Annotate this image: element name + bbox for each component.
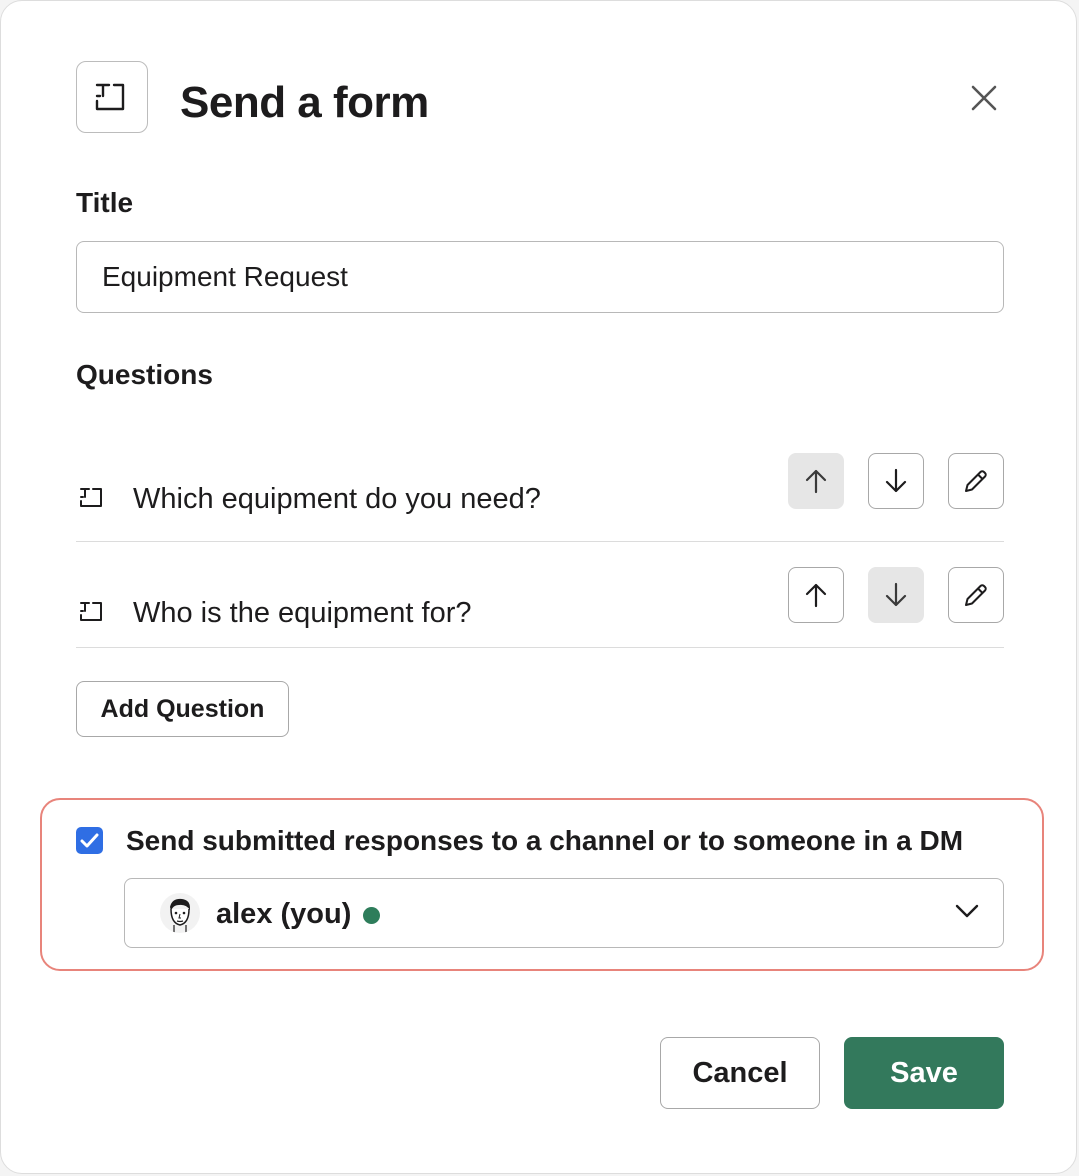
- question-row: Which equipment do you need?: [76, 445, 1004, 551]
- arrow-up-icon: [805, 583, 827, 608]
- divider: [76, 647, 1004, 648]
- send-form-modal: Send a form Title Questions Which equipm…: [0, 0, 1077, 1174]
- question-text: Who is the equipment for?: [133, 597, 472, 629]
- cancel-button[interactable]: Cancel: [660, 1037, 820, 1109]
- responses-checkbox-label: Send submitted responses to a channel or…: [126, 825, 964, 856]
- move-down-button[interactable]: [868, 453, 924, 509]
- close-button[interactable]: [959, 73, 1009, 123]
- arrow-down-icon: [885, 468, 907, 493]
- arrow-up-icon: [805, 469, 827, 494]
- text-field-icon: [79, 601, 105, 628]
- responses-checkbox[interactable]: [76, 827, 103, 854]
- avatar: [160, 893, 200, 933]
- presence-active-icon: [363, 907, 380, 924]
- divider: [76, 541, 1004, 542]
- move-down-button: [868, 567, 924, 623]
- title-label: Title: [76, 187, 134, 218]
- checkmark-icon: [80, 833, 99, 848]
- text-field-icon: [76, 61, 148, 133]
- text-field-icon: [79, 487, 105, 514]
- recipient-select[interactable]: alex (you): [124, 878, 1004, 948]
- arrow-down-icon: [885, 582, 907, 607]
- save-button[interactable]: Save: [844, 1037, 1004, 1109]
- pencil-icon: [965, 470, 987, 492]
- close-icon: [971, 85, 997, 111]
- question-text: Which equipment do you need?: [133, 483, 541, 515]
- edit-question-button[interactable]: [948, 453, 1004, 509]
- questions-label: Questions: [76, 359, 213, 390]
- question-row: Who is the equipment for?: [76, 559, 1004, 665]
- add-question-button[interactable]: Add Question: [76, 681, 289, 737]
- selected-user: alex (you): [216, 898, 352, 930]
- edit-question-button[interactable]: [948, 567, 1004, 623]
- chevron-down-icon: [955, 904, 979, 918]
- move-up-button[interactable]: [788, 567, 844, 623]
- modal-title: Send a form: [180, 78, 429, 127]
- title-input[interactable]: [76, 241, 1004, 313]
- move-up-button: [788, 453, 844, 509]
- pencil-icon: [965, 584, 987, 606]
